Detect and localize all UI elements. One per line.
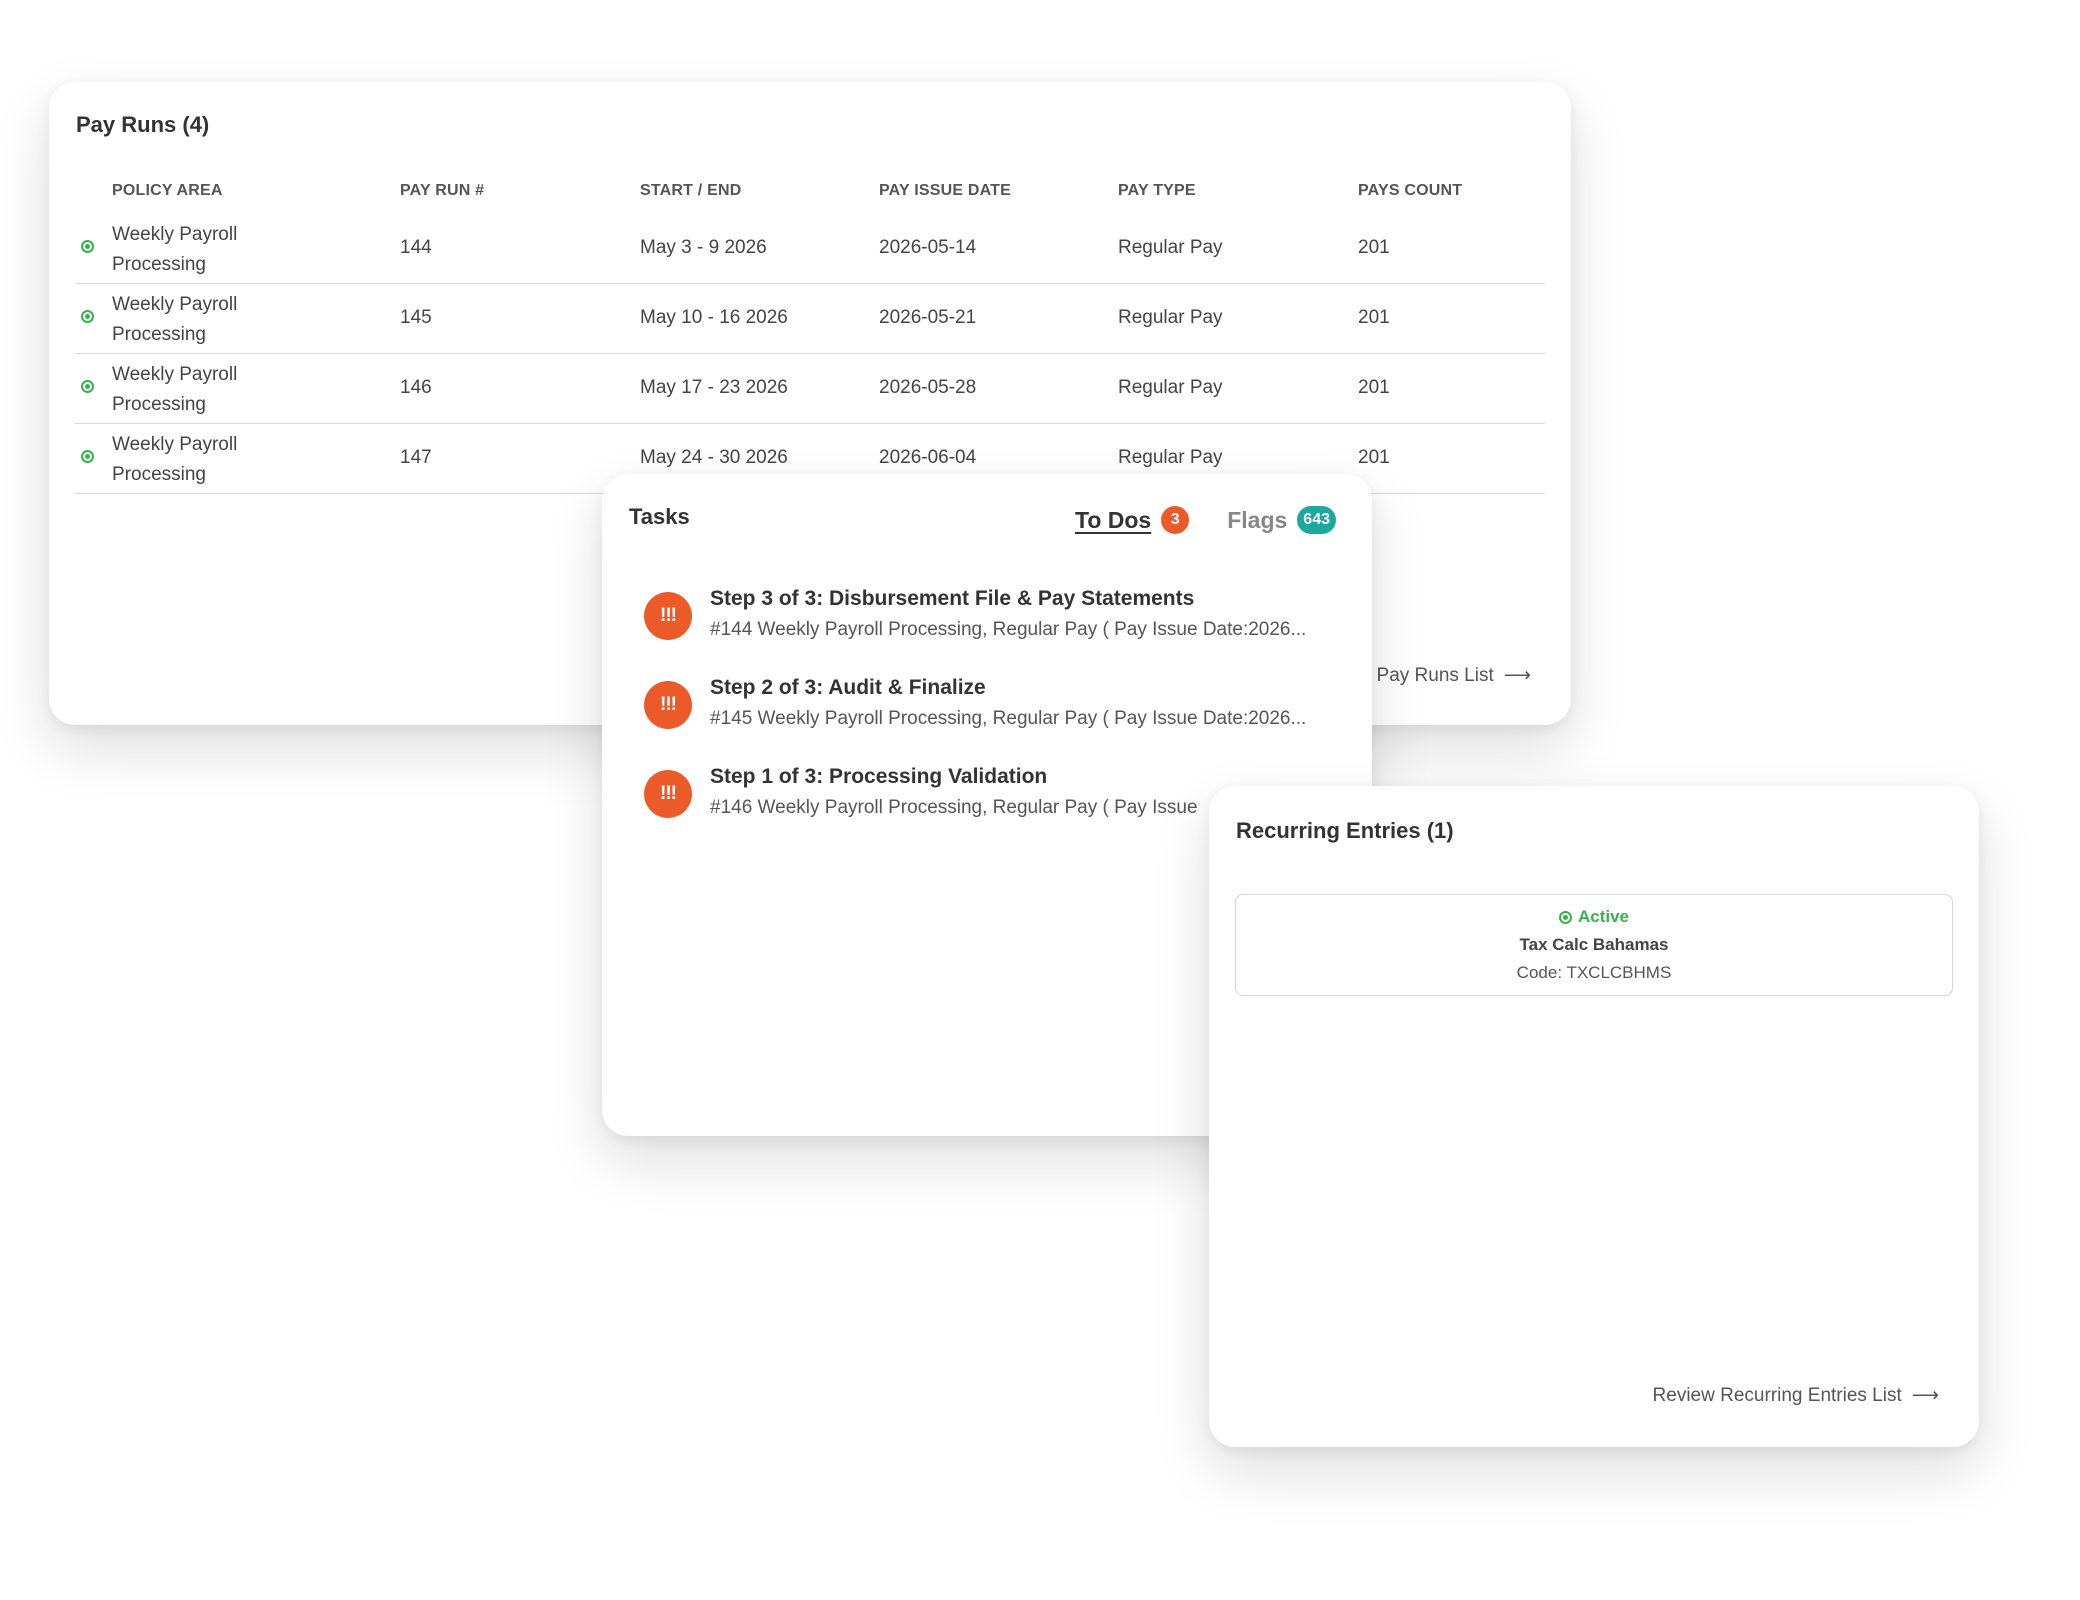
column-header-pay-run[interactable]: PAY RUN # <box>400 182 484 200</box>
column-header-pays-count[interactable]: PAYS COUNT <box>1358 182 1462 200</box>
pay-type-cell: Regular Pay <box>1118 307 1223 328</box>
recurring-entries-title: Recurring Entries (1) <box>1236 818 1454 843</box>
task-subtitle: #145 Weekly Payroll Processing, Regular … <box>710 708 1307 729</box>
pays-count-cell: 201 <box>1358 447 1390 468</box>
arrow-right-icon: ⟶ <box>1503 665 1531 686</box>
status-active-icon <box>81 240 94 253</box>
column-header-pay-type[interactable]: PAY TYPE <box>1118 182 1196 200</box>
policy-area-cell: Weekly Payroll Processing <box>112 434 238 485</box>
pay-run-cell: 144 <box>400 237 432 258</box>
start-end-cell: May 24 - 30 2026 <box>640 447 788 468</box>
table-row[interactable]: Weekly Payroll Processing 145 May 10 - 1… <box>75 284 1545 354</box>
pays-count-cell: 201 <box>1358 377 1390 398</box>
task-title: Step 1 of 3: Processing Validation <box>710 765 1048 788</box>
recurring-entry[interactable]: Active Tax Calc Bahamas Code: TXCLCBHMS <box>1235 894 1953 996</box>
tasks-tabs: To Dos 3 Flags 643 <box>1075 506 1336 534</box>
table-row[interactable]: Weekly Payroll Processing 146 May 17 - 2… <box>75 354 1545 424</box>
pay-run-cell: 147 <box>400 447 432 468</box>
pays-count-cell: 201 <box>1358 237 1390 258</box>
column-header-start-end[interactable]: START / END <box>640 182 741 200</box>
alert-icon: !!! <box>644 770 692 818</box>
policy-area-cell: Weekly Payroll Processing <box>112 224 238 275</box>
arrow-right-icon: ⟶ <box>1911 1385 1939 1406</box>
table-row[interactable]: Weekly Payroll Processing 144 May 3 - 9 … <box>75 214 1545 284</box>
task-title: Step 2 of 3: Audit & Finalize <box>710 676 986 699</box>
entry-status-label: Active <box>1577 907 1630 926</box>
review-recurring-entries-link[interactable]: Review Recurring Entries List ⟶ <box>1653 1384 1939 1407</box>
pays-count-cell: 201 <box>1358 307 1390 328</box>
todos-count-badge: 3 <box>1161 506 1190 534</box>
pay-type-cell: Regular Pay <box>1118 447 1223 468</box>
policy-area-cell: Weekly Payroll Processing <box>112 364 238 415</box>
pay-run-cell: 146 <box>400 377 432 398</box>
tab-todos[interactable]: To Dos 3 <box>1074 506 1190 534</box>
status-active-icon <box>81 310 94 323</box>
tab-flags[interactable]: Flags 643 <box>1227 506 1336 534</box>
tab-flags-label: Flags <box>1227 506 1288 533</box>
entry-code: Code: TXCLCBHMS <box>1516 963 1672 982</box>
pay-runs-table: POLICY AREA PAY RUN # START / END PAY IS… <box>75 172 1545 494</box>
alert-icon: !!! <box>644 681 692 729</box>
start-end-cell: May 3 - 9 2026 <box>640 237 767 258</box>
alert-icon: !!! <box>644 592 692 640</box>
column-header-policy-area[interactable]: POLICY AREA <box>112 182 223 200</box>
column-header-pay-issue-date[interactable]: PAY ISSUE DATE <box>879 182 1011 200</box>
task-item[interactable]: !!! Step 3 of 3: Disbursement File & Pay… <box>644 581 1344 641</box>
pay-issue-date-cell: 2026-05-14 <box>879 237 977 258</box>
pay-type-cell: Regular Pay <box>1118 377 1223 398</box>
entry-name: Tax Calc Bahamas <box>1519 935 1669 954</box>
policy-area-cell: Weekly Payroll Processing <box>112 294 238 345</box>
status-active-icon <box>81 380 94 393</box>
pay-runs-title: Pay Runs (4) <box>76 112 210 137</box>
status-active-icon <box>81 450 94 463</box>
flags-count-badge: 643 <box>1297 506 1336 534</box>
tasks-title: Tasks <box>629 504 690 529</box>
start-end-cell: May 10 - 16 2026 <box>640 307 788 328</box>
pay-issue-date-cell: 2026-05-28 <box>879 377 977 398</box>
tab-todos-label: To Dos <box>1074 506 1152 533</box>
pay-run-cell: 145 <box>400 307 432 328</box>
entry-status: Active <box>1236 907 1952 927</box>
pay-type-cell: Regular Pay <box>1118 237 1223 258</box>
recurring-entries-card: Recurring Entries (1) Active Tax Calc Ba… <box>1209 786 1979 1447</box>
status-active-icon <box>1558 910 1572 924</box>
task-title: Step 3 of 3: Disbursement File & Pay Sta… <box>710 587 1195 610</box>
pay-issue-date-cell: 2026-05-21 <box>879 307 977 328</box>
review-recurring-entries-label: Review Recurring Entries List <box>1652 1384 1902 1406</box>
start-end-cell: May 17 - 23 2026 <box>640 377 788 398</box>
task-item[interactable]: !!! Step 2 of 3: Audit & Finalize #145 W… <box>644 670 1344 730</box>
pay-issue-date-cell: 2026-06-04 <box>879 447 977 468</box>
task-subtitle: #144 Weekly Payroll Processing, Regular … <box>710 619 1307 640</box>
table-header: POLICY AREA PAY RUN # START / END PAY IS… <box>75 172 1545 214</box>
